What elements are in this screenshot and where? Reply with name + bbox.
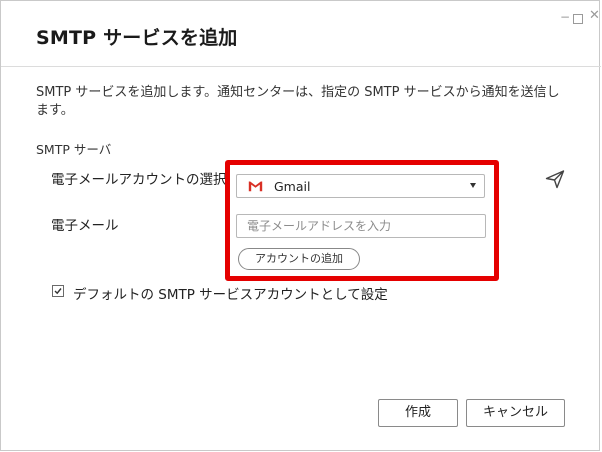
dropdown-caret-icon — [470, 183, 476, 188]
smtp-dialog: − ✕ SMTP サービスを追加 SMTP サービスを追加します。通知センターは… — [0, 0, 601, 451]
title-divider — [1, 66, 601, 67]
cancel-button[interactable]: キャンセル — [466, 399, 565, 427]
checkbox-check-icon — [54, 288, 62, 295]
default-checkbox[interactable] — [52, 285, 64, 297]
account-select[interactable]: Gmail — [236, 174, 485, 198]
account-select-label: 電子メールアカウントの選択 — [51, 172, 227, 188]
minimize-icon[interactable]: − — [560, 11, 570, 23]
smtp-section-label: SMTP サーバ — [36, 142, 112, 157]
close-icon[interactable]: ✕ — [589, 9, 600, 22]
email-label: 電子メール — [51, 218, 119, 234]
create-button[interactable]: 作成 — [378, 399, 458, 427]
maximize-icon[interactable] — [573, 14, 583, 24]
gmail-icon — [248, 180, 263, 192]
send-icon[interactable] — [544, 168, 566, 190]
account-select-value: Gmail — [274, 179, 311, 194]
dialog-description: SMTP サービスを追加します。通知センターは、指定の SMTP サービスから通… — [36, 85, 560, 118]
default-checkbox-label[interactable]: デフォルトの SMTP サービスアカウントとして設定 — [73, 283, 388, 303]
email-input[interactable] — [236, 214, 486, 238]
add-account-button[interactable]: アカウントの追加 — [238, 248, 360, 270]
dialog-title: SMTP サービスを追加 — [36, 27, 238, 49]
